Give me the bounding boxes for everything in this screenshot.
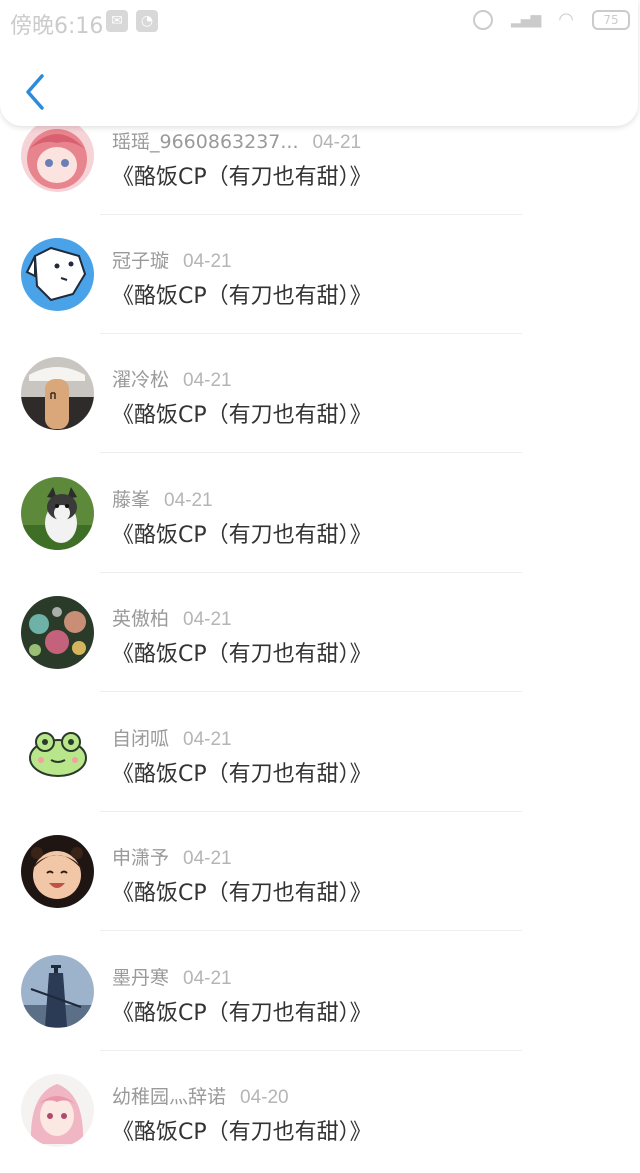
- list-item[interactable]: 幼稚园灬辞诺 04-20 《酪饭CP（有刀也有甜）》: [0, 1054, 640, 1173]
- book-title[interactable]: 《酪饭CP（有刀也有甜）》: [112, 397, 372, 429]
- meta-line: 幼稚园灬辞诺 04-20: [112, 1082, 289, 1109]
- top-header: 傍晚6:16 ✉ ◔ ▂▄▆ ◠ 75: [0, 0, 638, 126]
- username[interactable]: 申潇予: [112, 847, 169, 869]
- divider: [100, 691, 522, 692]
- date: 04-21: [183, 729, 232, 750]
- husky-puppy-avatar: [21, 477, 94, 550]
- user-list[interactable]: 瑶瑶_9660863237... 04-21 《酪饭CP（有刀也有甜）》 冠子璇 0…: [0, 0, 640, 1147]
- date: 04-21: [183, 251, 232, 272]
- signal-icon: ▂▄▆: [510, 11, 541, 28]
- username[interactable]: 瑶瑶_9660863237...: [112, 131, 299, 153]
- book-title[interactable]: 《酪饭CP（有刀也有甜）》: [112, 278, 372, 310]
- meta-line: 墨丹寒 04-21: [112, 963, 232, 990]
- avatar[interactable]: [21, 357, 94, 430]
- swordsman-silhouette-avatar: [21, 955, 94, 1028]
- divider: [100, 930, 522, 931]
- book-title[interactable]: 《酪饭CP（有刀也有甜）》: [112, 875, 372, 907]
- meta-line: 瑶瑶_9660863237... 04-21: [112, 127, 361, 154]
- list-item[interactable]: 申潇予 04-21 《酪饭CP（有刀也有甜）》: [0, 815, 640, 934]
- status-time: 傍晚6:16: [10, 14, 104, 39]
- list-item[interactable]: 英傲柏 04-21 《酪饭CP（有刀也有甜）》: [0, 576, 640, 695]
- username[interactable]: 自闭呱: [112, 728, 169, 750]
- divider: [100, 333, 522, 334]
- meta-line: 冠子璇 04-21: [112, 246, 232, 273]
- meta-line: 英傲柏 04-21: [112, 604, 232, 631]
- meta-line: 藤峯 04-21: [112, 485, 213, 512]
- finger-figure-avatar: [21, 357, 94, 430]
- divider: [100, 1050, 522, 1051]
- avatar[interactable]: [21, 238, 94, 311]
- book-title[interactable]: 《酪饭CP（有刀也有甜）》: [112, 1114, 372, 1146]
- back-button[interactable]: [18, 72, 54, 112]
- anime-girl-avatar: [21, 1074, 94, 1147]
- date: 04-21: [183, 848, 232, 869]
- book-title[interactable]: 《酪饭CP（有刀也有甜）》: [112, 756, 372, 788]
- username[interactable]: 英傲柏: [112, 608, 169, 630]
- list-item[interactable]: 濯冷松 04-21 《酪饭CP（有刀也有甜）》: [0, 337, 640, 456]
- avatar[interactable]: [21, 955, 94, 1028]
- anime-pink-hair-avatar: [21, 119, 94, 192]
- username[interactable]: 藤峯: [112, 489, 150, 511]
- divider: [100, 811, 522, 812]
- date: 04-21: [164, 490, 213, 511]
- username[interactable]: 濯冷松: [112, 369, 169, 391]
- date: 04-20: [240, 1087, 289, 1108]
- divider: [100, 214, 522, 215]
- date: 04-21: [183, 609, 232, 630]
- divider: [100, 452, 522, 453]
- list-item[interactable]: 冠子璇 04-21 《酪饭CP（有刀也有甜）》: [0, 218, 640, 337]
- date: 04-21: [183, 370, 232, 391]
- username[interactable]: 幼稚园灬辞诺: [112, 1086, 226, 1108]
- chevron-left-icon: [26, 74, 44, 110]
- avatar[interactable]: [21, 477, 94, 550]
- alarm-icon: [472, 9, 493, 30]
- divider: [100, 572, 522, 573]
- avatar[interactable]: [21, 119, 94, 192]
- green-frog-avatar: [21, 716, 94, 789]
- avatar[interactable]: [21, 835, 94, 908]
- wifi-icon: ◠: [558, 9, 574, 30]
- book-title[interactable]: 《酪饭CP（有刀也有甜）》: [112, 995, 372, 1027]
- list-item[interactable]: 自闭呱 04-21 《酪饭CP（有刀也有甜）》: [0, 696, 640, 815]
- book-title[interactable]: 《酪饭CP（有刀也有甜）》: [112, 636, 372, 668]
- flower-bubbles-avatar: [21, 596, 94, 669]
- chat-icon: ◔: [136, 10, 158, 32]
- status-bar: 傍晚6:16 ✉ ◔ ▂▄▆ ◠ 75: [0, 0, 640, 44]
- date: 04-21: [183, 968, 232, 989]
- battery-icon: 75: [592, 9, 630, 30]
- avatar[interactable]: [21, 716, 94, 789]
- avatar[interactable]: [21, 596, 94, 669]
- white-dog-cartoon-avatar: [21, 238, 94, 311]
- username[interactable]: 冠子璇: [112, 250, 169, 272]
- smiling-child-avatar: [21, 835, 94, 908]
- list-item[interactable]: 墨丹寒 04-21 《酪饭CP（有刀也有甜）》: [0, 935, 640, 1054]
- meta-line: 申潇予 04-21: [112, 843, 232, 870]
- meta-line: 自闭呱 04-21: [112, 724, 232, 751]
- date: 04-21: [312, 132, 362, 153]
- meta-line: 濯冷松 04-21: [112, 365, 232, 392]
- book-title[interactable]: 《酪饭CP（有刀也有甜）》: [112, 517, 372, 549]
- avatar[interactable]: [21, 1074, 94, 1147]
- status-right-icons: ▂▄▆ ◠ 75: [472, 9, 630, 30]
- list-item[interactable]: 藤峯 04-21 《酪饭CP（有刀也有甜）》: [0, 457, 640, 576]
- book-title[interactable]: 《酪饭CP（有刀也有甜）》: [112, 159, 372, 191]
- notification-icons: ✉ ◔: [106, 10, 158, 32]
- message-icon: ✉: [106, 10, 128, 32]
- username[interactable]: 墨丹寒: [112, 967, 169, 989]
